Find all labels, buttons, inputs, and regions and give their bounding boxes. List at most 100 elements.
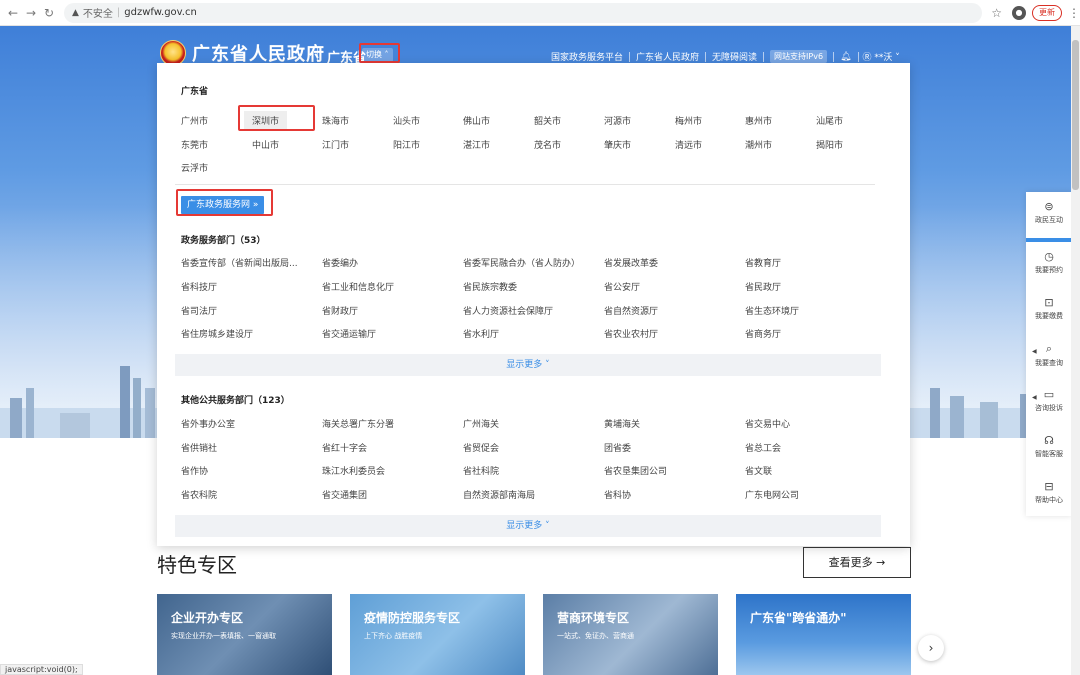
dept-item[interactable]: 省外事办公室 [181, 417, 235, 430]
dept-item[interactable]: 省民族宗教委 [463, 280, 517, 293]
show-more-public-button[interactable]: 显示更多 ˅ [175, 515, 881, 537]
dept-item[interactable]: 省生态环境厅 [745, 304, 799, 317]
dept-item[interactable]: 省文联 [745, 464, 772, 477]
city-jiangmen[interactable]: 江门市 [322, 138, 349, 151]
forward-icon[interactable]: → [22, 6, 40, 20]
dept-item[interactable]: 省水利厅 [463, 327, 499, 340]
city-jieyang[interactable]: 揭阳市 [816, 138, 843, 151]
link-accessibility[interactable]: 无障碍阅读 [706, 50, 763, 63]
bell-icon[interactable]: 🔔︎ [834, 52, 857, 62]
card-business-startup[interactable]: 企业开办专区 实现企业开办一表填报、一窗通取 [157, 594, 332, 675]
dept-item[interactable]: 省农业农村厅 [604, 327, 658, 340]
caret-left-icon: ◀ [1032, 394, 1037, 401]
address-bar[interactable]: ▲ 不安全 | gdzwfw.gov.cn [64, 2, 982, 23]
dept-item[interactable]: 省自然资源厅 [604, 304, 658, 317]
dept-item[interactable]: 自然资源部南海局 [463, 488, 535, 501]
city-meizhou[interactable]: 梅州市 [675, 114, 702, 127]
dept-item[interactable]: 省科技厅 [181, 280, 217, 293]
dept-item[interactable]: 省财政厅 [322, 304, 358, 317]
card-business-environment[interactable]: 营商环境专区 一站式、免证办、营商通 [543, 594, 718, 675]
profile-icon[interactable]: ● [1012, 5, 1026, 20]
dept-item[interactable]: 省公安厅 [604, 280, 640, 293]
card-subtitle: 一站式、免证办、营商通 [557, 632, 634, 640]
dept-item[interactable]: 省总工会 [745, 441, 781, 454]
update-button[interactable]: 更新 [1032, 4, 1062, 21]
back-icon[interactable]: ← [4, 6, 22, 20]
url-text[interactable]: gdzwfw.gov.cn [124, 7, 197, 18]
city-chaozhou[interactable]: 潮州市 [745, 138, 772, 151]
scrollbar-thumb[interactable] [1072, 40, 1079, 190]
dept-item[interactable]: 省供销社 [181, 441, 217, 454]
dept-item[interactable]: 省红十字会 [322, 441, 367, 454]
dept-item[interactable]: 广东电网公司 [745, 488, 799, 501]
dept-item[interactable]: 广州海关 [463, 417, 499, 430]
link-provincial-government[interactable]: 广东省人民政府 [630, 50, 705, 63]
city-maoming[interactable]: 茂名市 [534, 138, 561, 151]
city-zhanjiang[interactable]: 湛江市 [463, 138, 490, 151]
carousel-next-button[interactable]: › [918, 635, 944, 661]
link-national-platform[interactable]: 国家政务服务平台 [545, 50, 629, 63]
side-item-appointment[interactable]: ◷ 我要预约 [1026, 242, 1072, 288]
card-epidemic-service[interactable]: 疫情防控服务专区 上下齐心 战胜疫情 [350, 594, 525, 675]
side-item-interaction[interactable]: ⊜ 政民互动 [1026, 192, 1072, 238]
side-item-customer-service[interactable]: ☊ 智能客服 [1026, 426, 1072, 472]
dept-item[interactable]: 海关总署广东分署 [322, 417, 394, 430]
city-foshan[interactable]: 佛山市 [463, 114, 490, 127]
side-item-payment[interactable]: ⊡ 我要缴费 [1026, 288, 1072, 334]
page-scrollbar[interactable] [1071, 26, 1080, 675]
dept-item[interactable]: 省交通运输厅 [322, 327, 376, 340]
user-menu[interactable]: Ⓡ **沃 ˅ [859, 50, 900, 63]
payment-icon: ⊡ [1044, 296, 1054, 309]
dept-item[interactable]: 珠江水利委员会 [322, 464, 385, 477]
city-guangzhou[interactable]: 广州市 [181, 114, 208, 127]
dept-item[interactable]: 省交通集团 [322, 488, 367, 501]
card-title: 企业开办专区 [171, 611, 244, 625]
side-item-help[interactable]: ⊟ 帮助中心 [1026, 472, 1072, 518]
city-heyuan[interactable]: 河源市 [604, 114, 631, 127]
dept-item[interactable]: 省农垦集团公司 [604, 464, 667, 477]
city-yunfu[interactable]: 云浮市 [181, 161, 208, 174]
dept-item[interactable]: 省住房城乡建设厅 [181, 327, 253, 340]
city-huizhou[interactable]: 惠州市 [745, 114, 772, 127]
reload-icon[interactable]: ↻ [40, 6, 58, 20]
dept-item[interactable]: 省委编办 [322, 256, 358, 269]
dept-item[interactable]: 省民政厅 [745, 280, 781, 293]
dept-item[interactable]: 省农科院 [181, 488, 217, 501]
card-cross-province[interactable]: 广东省"跨省通办" [736, 594, 911, 675]
section-divider [175, 184, 875, 185]
side-item-query[interactable]: ◀ ⌕ 我要查询 [1026, 334, 1072, 380]
dept-item[interactable]: 省工业和信息化厅 [322, 280, 394, 293]
menu-dots-icon[interactable]: ⋮ [1068, 6, 1080, 20]
dept-item[interactable]: 省人力资源社会保障厅 [463, 304, 553, 317]
city-zhuhai[interactable]: 珠海市 [322, 114, 349, 127]
dept-item[interactable]: 省作协 [181, 464, 208, 477]
dept-item[interactable]: 省社科院 [463, 464, 499, 477]
warning-icon[interactable]: ▲ [72, 8, 79, 18]
highlight-box-gd-button [176, 189, 273, 216]
dept-item[interactable]: 省委宣传部（省新闻出版局... [181, 256, 298, 269]
title-divider [317, 47, 318, 61]
dept-item[interactable]: 团省委 [604, 441, 631, 454]
city-zhaoqing[interactable]: 肇庆市 [604, 138, 631, 151]
side-item-complaint[interactable]: ◀ ▭ 咨询投诉 [1026, 380, 1072, 426]
show-more-gov-button[interactable]: 显示更多 ˅ [175, 354, 881, 376]
dept-item[interactable]: 省贸促会 [463, 441, 499, 454]
city-qingyuan[interactable]: 清远市 [675, 138, 702, 151]
city-yangjiang[interactable]: 阳江市 [393, 138, 420, 151]
dept-item[interactable]: 省商务厅 [745, 327, 781, 340]
city-shanwei[interactable]: 汕尾市 [816, 114, 843, 127]
city-shantou[interactable]: 汕头市 [393, 114, 420, 127]
dept-item[interactable]: 省科协 [604, 488, 631, 501]
dept-item[interactable]: 省交易中心 [745, 417, 790, 430]
dept-item[interactable]: 省司法厅 [181, 304, 217, 317]
dept-item[interactable]: 省发展改革委 [604, 256, 658, 269]
dept-item[interactable]: 省委军民融合办（省人防办） [463, 256, 580, 269]
bookmark-star-icon[interactable]: ☆ [991, 6, 1002, 20]
city-dongguan[interactable]: 东莞市 [181, 138, 208, 151]
dept-item[interactable]: 省教育厅 [745, 256, 781, 269]
city-zhongshan[interactable]: 中山市 [252, 138, 279, 151]
dept-item[interactable]: 黄埔海关 [604, 417, 640, 430]
show-more-label: 显示更多 [506, 360, 543, 370]
see-more-button[interactable]: 查看更多 → [803, 547, 911, 578]
city-shaoguan[interactable]: 韶关市 [534, 114, 561, 127]
